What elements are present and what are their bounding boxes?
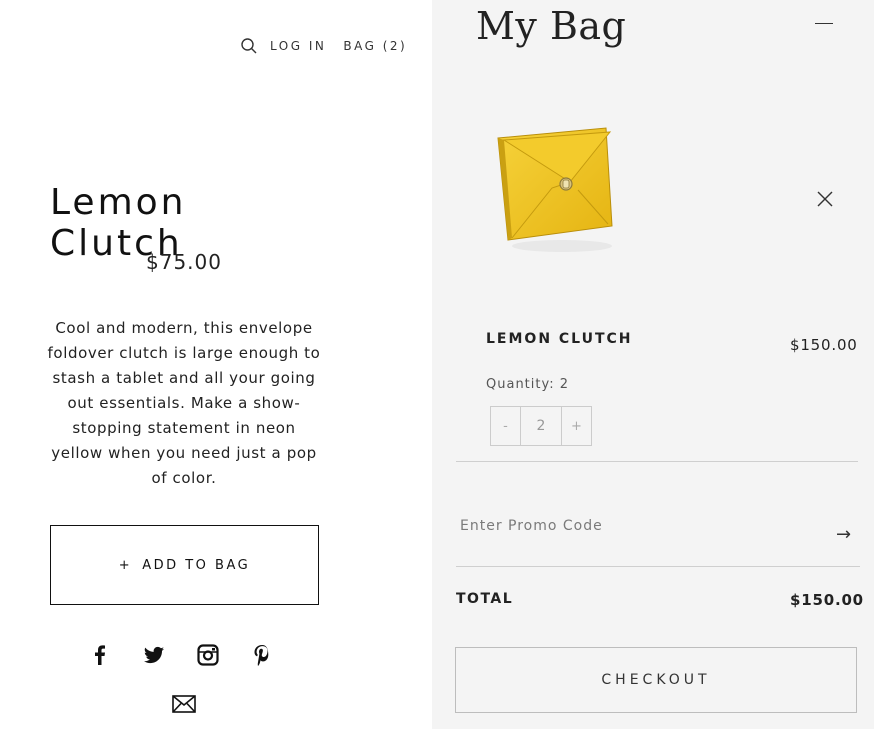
quantity-value[interactable]: 2 — [521, 406, 561, 446]
pinterest-icon[interactable] — [250, 643, 274, 667]
bag-title: My Bag — [476, 4, 627, 48]
bag-item-price: $150.00 — [790, 336, 858, 354]
quantity-label: Quantity: 2 — [486, 377, 570, 392]
increment-button[interactable]: + — [561, 406, 592, 446]
instagram-icon[interactable] — [196, 643, 220, 667]
close-icon[interactable] — [816, 190, 834, 208]
checkout-button[interactable]: CHECKOUT — [455, 647, 857, 713]
divider — [456, 461, 858, 462]
quantity-stepper: - 2 + — [490, 406, 592, 446]
top-navigation: LOG IN BAG (2) — [240, 37, 424, 55]
login-link[interactable]: LOG IN — [270, 39, 326, 53]
decrement-button[interactable]: - — [490, 406, 521, 446]
search-icon[interactable] — [240, 37, 258, 55]
add-to-bag-button[interactable]: + ADD TO BAG — [50, 525, 319, 605]
plus-icon: + — [118, 557, 133, 573]
total-value: $150.00 — [790, 591, 864, 609]
add-to-bag-label: ADD TO BAG — [142, 557, 251, 573]
promo-code-input[interactable] — [460, 518, 840, 534]
product-panel: LOG IN BAG (2) Lemon Clutch $75.00 Cool … — [0, 0, 432, 729]
product-description: Cool and modern, this envelope foldover … — [47, 319, 321, 487]
bag-item-name: LEMON CLUTCH — [486, 331, 633, 347]
bag-link[interactable]: BAG (2) — [343, 39, 407, 53]
minimize-icon[interactable] — [815, 23, 833, 24]
twitter-icon[interactable] — [142, 643, 166, 667]
arrow-right-icon[interactable]: → — [836, 524, 851, 545]
bag-panel: My Bag LEMON CLUTCH $150.00 Quantity: 2 … — [432, 0, 874, 729]
product-price: $75.00 — [146, 250, 222, 274]
mail-icon[interactable] — [172, 694, 196, 714]
facebook-icon[interactable] — [88, 643, 112, 667]
social-links — [88, 643, 304, 667]
divider — [456, 566, 860, 567]
total-label: TOTAL — [456, 591, 514, 607]
product-image — [497, 127, 613, 252]
